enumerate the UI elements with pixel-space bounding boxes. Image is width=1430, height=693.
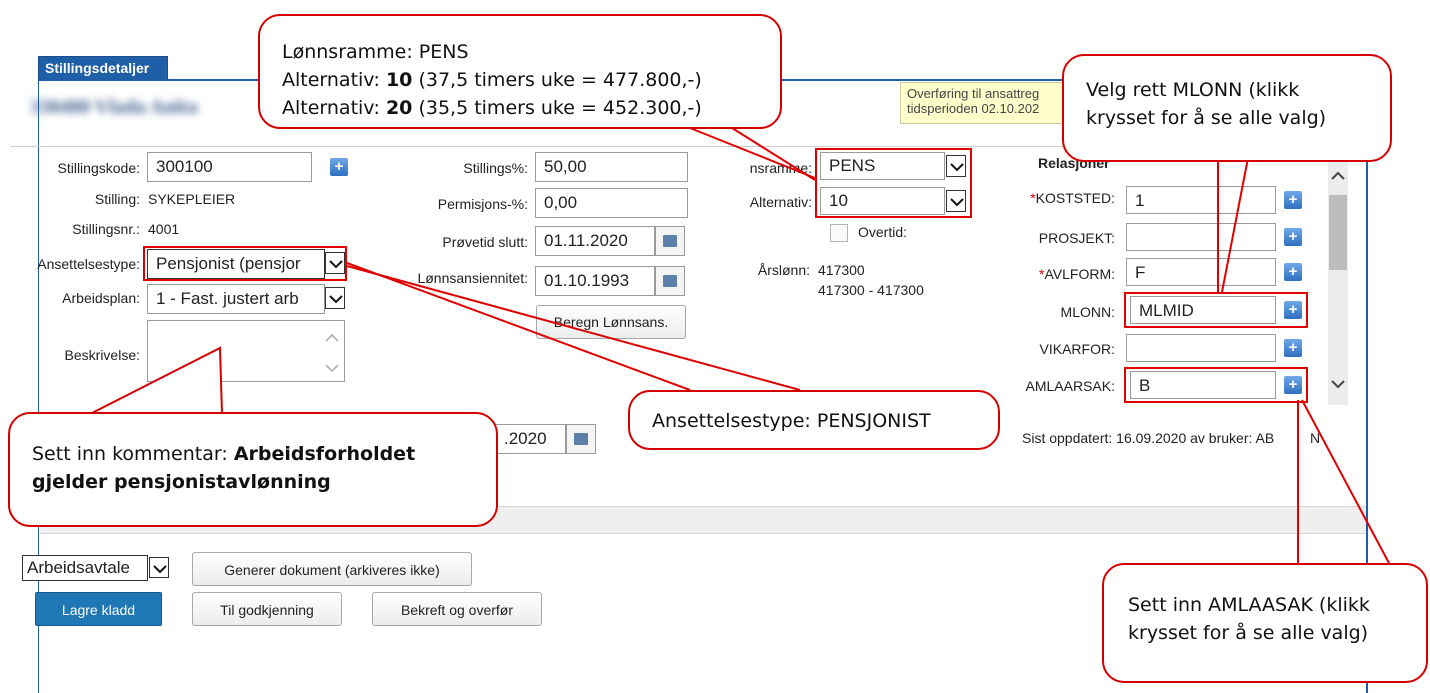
callout-amlaasak: Sett inn AMLAASAK (klikk krysset for å s… — [1102, 563, 1428, 683]
scroll-down-icon[interactable] — [1331, 376, 1345, 392]
mlonn-label: MLONN: — [1060, 304, 1115, 320]
lonnsramme-highlight — [815, 148, 972, 218]
pointer-amlaasak-2 — [1301, 399, 1391, 566]
lonnsramme-label: nsramme: — [749, 160, 812, 176]
alternativ-label: Alternativ: — [749, 194, 812, 210]
ansettelsestype-label: Ansettelsestype: — [37, 256, 140, 272]
stillings-pct-label: Stillings%: — [463, 160, 528, 176]
permisjons-pct-label: Permisjons-%: — [437, 196, 528, 212]
generer-dokument-button[interactable]: Generer dokument (arkiveres ikke) — [192, 552, 472, 586]
avlform-lookup-button[interactable]: + — [1284, 263, 1302, 281]
employee-name: 330480 Vlada Anita — [30, 96, 198, 118]
lonnsansiennitet-input[interactable]: 01.10.1993 — [535, 266, 655, 296]
stillings-pct-input[interactable]: 50,00 — [535, 152, 688, 182]
arslonn-range: 417300 - 417300 — [818, 282, 924, 298]
relations-scrollbar-thumb[interactable] — [1329, 195, 1347, 270]
stilling-label: Stilling: — [94, 191, 140, 207]
koststed-label-text: KOSTSTED: — [1035, 190, 1115, 206]
arbeidsplan-select[interactable]: 1 - Fast. justert arb — [147, 284, 325, 314]
date-input-partial[interactable]: .2020 — [496, 424, 566, 454]
til-godkjenning-button[interactable]: Til godkjenning — [192, 592, 342, 626]
koststed-lookup-button[interactable]: + — [1284, 191, 1302, 209]
date-calendar-icon[interactable] — [566, 424, 596, 454]
textarea-scroll-down-icon[interactable] — [325, 360, 339, 376]
vikarfor-input[interactable] — [1126, 334, 1276, 362]
provetid-calendar-icon[interactable] — [655, 226, 685, 256]
vikarfor-label: VIKARFOR: — [1039, 341, 1115, 357]
sist-oppdatert-text: Sist oppdatert: 16.09.2020 av bruker: AB — [1022, 430, 1275, 446]
lonnsansiennitet-calendar-icon[interactable] — [655, 266, 685, 296]
transfer-notice: Overføring til ansattreg tidsperioden 02… — [900, 82, 1070, 124]
provetid-input[interactable]: 01.11.2020 — [535, 226, 655, 256]
permisjons-pct-input[interactable]: 0,00 — [535, 188, 688, 218]
scroll-up-icon[interactable] — [1331, 168, 1345, 184]
koststed-input[interactable]: 1 — [1126, 186, 1276, 214]
avlform-input[interactable]: F — [1126, 258, 1276, 286]
lonnsansiennitet-label: Lønnsansiennitet: — [417, 270, 528, 286]
sist-oppdatert-tail: N — [1310, 430, 1321, 446]
koststed-label: *KOSTSTED: — [990, 190, 1115, 206]
prosjekt-input[interactable] — [1126, 223, 1276, 251]
callout-lonnsramme-line1: Lønnsramme: PENS — [282, 41, 469, 63]
textarea-scroll-up-icon[interactable] — [325, 330, 339, 346]
callout-lonnsramme-line3: Alternativ: 20 (35,5 timers uke = 452.30… — [282, 97, 702, 119]
amlaarsak-label: AMLAARSAK: — [1025, 378, 1115, 394]
callout-ansettelsestype: Ansettelsestype: PENSJONIST — [628, 390, 1000, 450]
arbeidsplan-label: Arbeidsplan: — [62, 290, 140, 306]
overtid-label: Overtid: — [858, 224, 908, 240]
beskrivelse-label: Beskrivelse: — [64, 347, 140, 363]
callout-lonnsramme-line2: Alternativ: 10 (37,5 timers uke = 477.80… — [282, 69, 702, 91]
stillingskode-label: Stillingskode: — [57, 160, 141, 176]
lagre-kladd-button[interactable]: Lagre kladd — [35, 592, 162, 626]
arslonn-value: 417300 — [818, 262, 865, 278]
stilling-value: SYKEPLEIER — [148, 191, 236, 207]
document-type-select[interactable]: Arbeidsavtale — [22, 555, 148, 581]
provetid-label: Prøvetid slutt: — [442, 234, 528, 250]
callout-lonnsramme: Lønnsramme: PENS Alternativ: 10 (37,5 ti… — [258, 14, 782, 129]
beskrivelse-textarea[interactable] — [147, 320, 345, 382]
callout-mlonn: Velg rett MLONN (klikk krysset for å se … — [1062, 54, 1392, 162]
vikarfor-lookup-button[interactable]: + — [1284, 339, 1302, 357]
stillingsnr-value: 4001 — [148, 221, 180, 237]
callout-kommentar-prefix: Sett inn kommentar: — [32, 443, 234, 465]
beregn-lonnsans-button[interactable]: Beregn Lønnsans. — [536, 305, 686, 339]
bekreft-og-overfor-button[interactable]: Bekreft og overfør — [372, 592, 542, 626]
tab-stillingsdetaljer[interactable]: Stillingsdetaljer — [38, 56, 168, 80]
ansettelsestype-highlight — [143, 246, 347, 281]
stillingskode-lookup-button[interactable]: + — [330, 158, 348, 176]
document-type-chevron-down-icon[interactable] — [149, 557, 169, 578]
stillingskode-input[interactable]: 300100 — [147, 152, 312, 182]
prosjekt-lookup-button[interactable]: + — [1284, 228, 1302, 246]
mlonn-highlight — [1124, 292, 1308, 328]
amlaarsak-highlight — [1124, 367, 1308, 403]
avlform-label-text: AVLFORM: — [1044, 266, 1115, 282]
arslonn-label: Årslønn: — [757, 262, 810, 278]
arbeidsplan-chevron-down-icon[interactable] — [325, 287, 345, 309]
overtid-checkbox[interactable] — [830, 224, 848, 242]
callout-kommentar: Sett inn kommentar: Arbeidsforholdet gje… — [8, 412, 498, 527]
avlform-label: *AVLFORM: — [990, 266, 1115, 282]
stillingsnr-label: Stillingsnr.: — [72, 221, 140, 237]
prosjekt-label: PROSJEKT: — [1038, 230, 1115, 246]
